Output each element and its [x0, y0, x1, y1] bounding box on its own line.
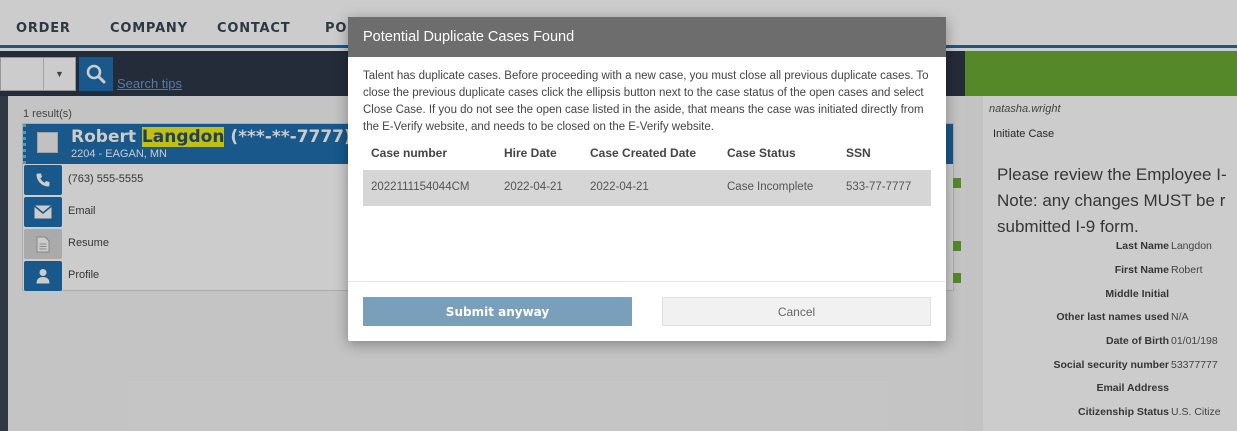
- cancel-button[interactable]: Cancel: [662, 297, 931, 326]
- duplicate-cases-modal: Potential Duplicate Cases Found Talent h…: [348, 17, 946, 341]
- submit-anyway-button[interactable]: Submit anyway: [363, 297, 632, 326]
- modal-title: Potential Duplicate Cases Found: [363, 29, 575, 45]
- table-row[interactable]: 2022111154044CM 2022-04-21 2022-04-21 Ca…: [363, 170, 931, 206]
- case-ssn: 533-77-7777: [846, 181, 912, 193]
- duplicate-cases-table: Case number Hire Date Case Created Date …: [363, 142, 931, 206]
- column-header: Case Status: [727, 146, 796, 160]
- case-status: Case Incomplete: [727, 181, 814, 193]
- modal-divider: [348, 281, 946, 282]
- case-number: 2022111154044CM: [371, 181, 470, 193]
- column-header: Case number: [371, 146, 448, 160]
- column-header: Hire Date: [504, 146, 557, 160]
- column-header: Case Created Date: [590, 146, 697, 160]
- table-header: Case number Hire Date Case Created Date …: [363, 142, 931, 170]
- hire-date: 2022-04-21: [504, 181, 563, 193]
- case-created-date: 2022-04-21: [590, 181, 649, 193]
- modal-header: Potential Duplicate Cases Found: [348, 17, 946, 57]
- modal-message: Talent has duplicate cases. Before proce…: [363, 70, 929, 133]
- column-header: SSN: [846, 146, 871, 160]
